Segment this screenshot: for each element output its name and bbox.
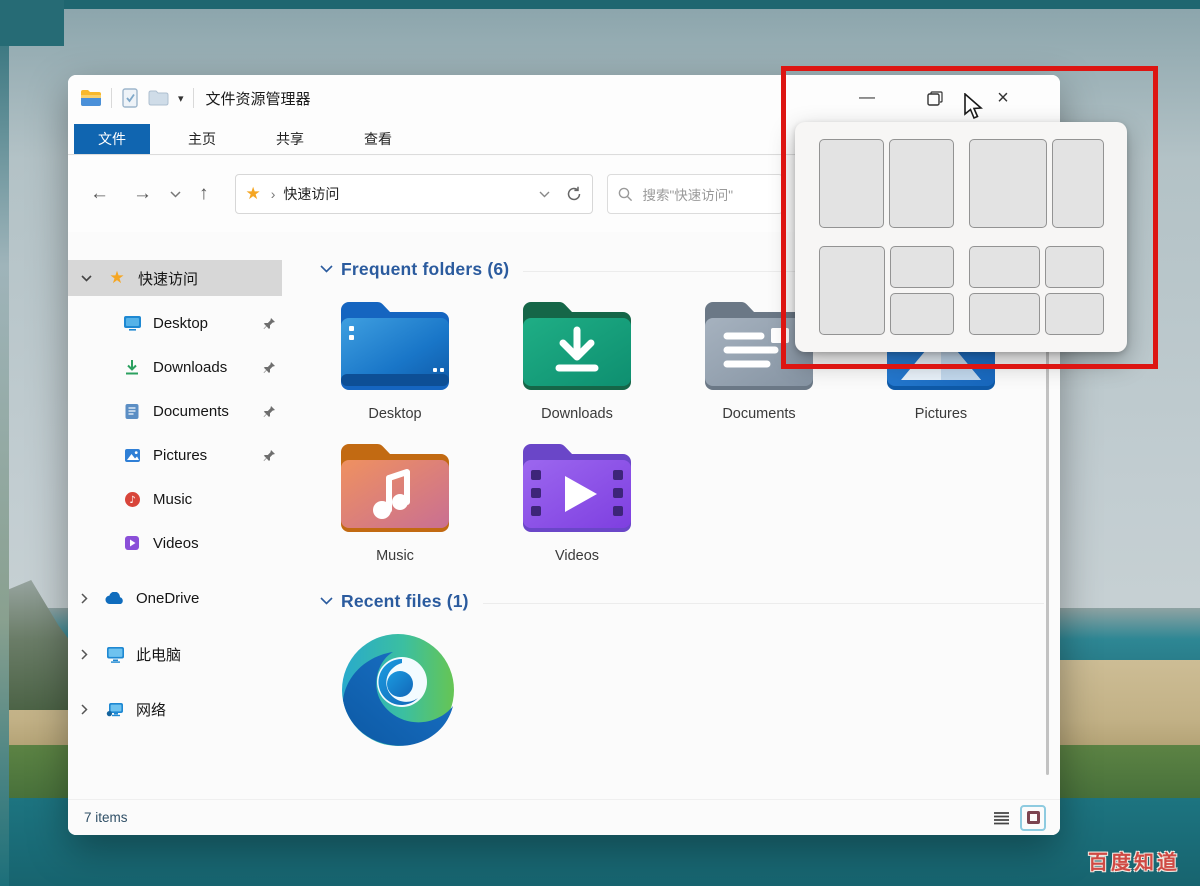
breadcrumb[interactable]: 快速访问 [283,184,339,204]
sidebar-item-label: OneDrive [136,590,199,607]
sidebar-item-downloads[interactable]: Downloads [68,349,282,385]
qat-divider [111,88,112,108]
folder-label: Documents [722,406,795,422]
desktop-folder-large-icon [337,298,453,390]
back-button[interactable]: ← [78,183,121,205]
sidebar-item-label: Pictures [153,447,207,464]
tab-file[interactable]: 文件 [74,124,150,154]
pin-icon [263,449,276,462]
folder-tile-music[interactable]: Music [320,440,470,564]
sidebar-item-videos[interactable]: Videos [68,525,282,561]
search-icon [618,187,633,202]
sidebar-item-pictures[interactable]: Pictures [68,437,282,473]
tab-view[interactable]: 查看 [342,124,414,154]
search-input[interactable]: 搜索"快速访问" [607,174,783,214]
forward-button[interactable]: → [121,183,164,205]
section-title: Recent files (1) [341,591,469,612]
tab-home[interactable]: 主页 [166,124,238,154]
sidebar-item-documents[interactable]: Documents [68,393,282,429]
annotation-highlight-box [781,66,1158,369]
address-dropdown-icon[interactable] [539,191,550,198]
wallpaper-corner [0,0,64,46]
pin-icon [263,405,276,418]
folder-label: Videos [555,548,599,564]
desktop: ▾ 文件资源管理器 — × 文件 主页 共享 查看 ← → [0,0,1200,886]
desktop-folder-icon [122,313,142,333]
quick-access-star-icon: ★ [246,184,261,204]
sidebar-item-label: Desktop [153,315,208,332]
chevron-down-icon[interactable] [81,275,95,282]
folder-tile-downloads[interactable]: Downloads [502,298,652,422]
network-pc-icon [105,699,125,719]
new-folder-icon[interactable] [148,90,169,107]
folder-tile-videos[interactable]: Videos [502,440,652,564]
monitor-icon [105,644,125,664]
vertical-scrollbar[interactable] [1046,325,1049,775]
star-icon: ★ [107,268,127,288]
up-button[interactable]: ↑ [187,183,221,205]
downloads-arrow-icon [122,357,142,377]
sidebar-item-label: Videos [153,535,199,552]
sidebar-item-quick-access[interactable]: ★ 快速访问 [68,260,282,296]
frequent-folders-row-2: Music Videos [320,440,1060,564]
recent-file-edge[interactable] [334,626,462,754]
quick-access-toolbar: ▾ [80,88,194,108]
chevron-down-icon[interactable] [320,597,333,605]
tab-share[interactable]: 共享 [254,124,326,154]
status-bar: 7 items [68,799,1060,835]
sidebar-item-label: Music [153,491,192,508]
folder-label: Downloads [541,406,613,422]
sidebar-item-network[interactable]: 网络 [68,691,282,727]
sidebar-item-label: Downloads [153,359,227,376]
edge-logo-icon [334,626,462,754]
watermark: 百度知道 [1088,846,1180,875]
folder-label: Desktop [368,406,421,422]
navigation-pane: ★ 快速访问 Desktop Downloads [68,243,290,799]
pin-icon [263,317,276,330]
downloads-folder-large-icon [519,298,635,390]
properties-icon[interactable] [121,88,139,108]
folder-tile-desktop[interactable]: Desktop [320,298,470,422]
search-placeholder: 搜索"快速访问" [643,184,734,204]
music-folder-large-icon [337,440,453,532]
folder-label: Pictures [915,406,967,422]
videos-folder-large-icon [519,440,635,532]
section-rule [483,603,1044,604]
window-title: 文件资源管理器 [206,88,311,109]
sidebar-item-label: Documents [153,403,229,420]
chevron-right-icon[interactable] [81,593,95,604]
recent-locations-dropdown-icon[interactable] [164,191,187,198]
chevron-down-icon[interactable] [320,265,333,273]
wallpaper-top-edge [0,0,1200,9]
picture-icon [122,445,142,465]
music-note-icon: ♪ [122,489,142,509]
section-title: Frequent folders (6) [341,259,509,280]
video-play-icon [122,533,142,553]
chevron-right-icon[interactable] [81,704,95,715]
explorer-folder-icon [80,89,102,107]
svg-text:♪: ♪ [129,495,135,506]
sidebar-item-onedrive[interactable]: OneDrive [68,580,282,616]
large-icons-view-icon[interactable] [1020,805,1046,831]
sidebar-item-desktop[interactable]: Desktop [68,305,282,341]
sidebar-item-music[interactable]: ♪ Music [68,481,282,517]
breadcrumb-separator: › [271,186,276,202]
sidebar-item-label: 网络 [136,699,166,720]
sidebar-item-label: 快速访问 [138,268,198,289]
cloud-icon [105,588,125,608]
address-bar[interactable]: ★ › 快速访问 [235,174,593,214]
qat-customize-dropdown-icon[interactable]: ▾ [178,92,184,105]
document-icon [122,401,142,421]
refresh-icon[interactable] [566,186,582,202]
pin-icon [263,361,276,374]
sidebar-item-label: 此电脑 [136,644,181,665]
item-count: 7 items [84,810,128,825]
sidebar-item-this-pc[interactable]: 此电脑 [68,636,282,672]
folder-label: Music [376,548,414,564]
details-view-icon[interactable] [993,811,1010,825]
recent-files-header[interactable]: Recent files (1) [320,586,1060,616]
chevron-right-icon[interactable] [81,649,95,660]
wallpaper-left-edge [0,0,9,886]
qat-divider [193,88,194,108]
